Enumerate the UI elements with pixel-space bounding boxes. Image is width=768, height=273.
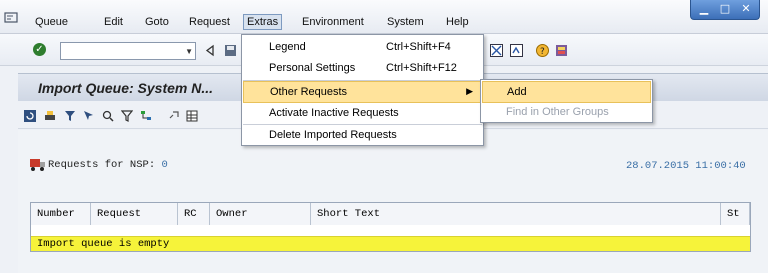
menu-item-label: Delete Imported Requests (269, 129, 397, 141)
column-header-owner[interactable]: Owner (210, 203, 311, 225)
menu-item-label: Add (507, 86, 527, 98)
refresh-icon[interactable] (24, 110, 36, 122)
zoom-icon[interactable] (102, 110, 114, 122)
menu-item-other-requests[interactable]: Other Requests ▶ (243, 81, 482, 103)
menu-item-label: Activate Inactive Requests (269, 107, 399, 119)
select-icon[interactable] (83, 110, 95, 122)
grid-icon[interactable] (186, 110, 198, 122)
menu-bar: Queue Edit Goto Request Extras Environme… (0, 0, 768, 34)
requests-count: 0 (161, 159, 168, 171)
menu-goto[interactable]: Goto (145, 16, 169, 28)
help-icon[interactable]: ? (536, 44, 549, 57)
page-title: Import Queue: System N... (38, 80, 214, 96)
truck-icon (30, 159, 45, 171)
svg-text:?: ? (540, 47, 545, 57)
submenu-item-find-in-other-groups: Find in Other Groups (482, 102, 651, 124)
menu-system[interactable]: System (387, 16, 424, 28)
requests-label: Requests for NSP: (48, 159, 156, 171)
submenu-item-add[interactable]: Add (482, 81, 651, 103)
menu-help[interactable]: Help (446, 16, 469, 28)
command-field[interactable]: ▼ (60, 42, 196, 60)
filter-icon[interactable] (64, 110, 76, 122)
save-icon[interactable] (224, 44, 237, 57)
layout-icon[interactable] (490, 44, 503, 57)
menu-item-label: Find in Other Groups (506, 106, 609, 118)
menu-item-legend[interactable]: Legend Ctrl+Shift+F4 (243, 37, 482, 59)
back-arrow-icon[interactable] (204, 44, 217, 57)
timestamp: 28.07.2015 11:00:40 (626, 160, 746, 172)
menu-request[interactable]: Request (189, 16, 230, 28)
submenu-arrow-icon: ▶ (466, 86, 473, 96)
menu-item-label: Legend (269, 41, 306, 53)
menu-edit[interactable]: Edit (104, 16, 123, 28)
menu-item-delete-imported-requests[interactable]: Delete Imported Requests (243, 125, 482, 147)
empty-queue-message: Import queue is empty (31, 236, 750, 251)
funnel-icon[interactable] (121, 110, 133, 122)
menu-item-label: Other Requests (270, 86, 348, 98)
menu-extras[interactable]: Extras (243, 14, 283, 30)
chevron-down-icon[interactable]: ▼ (185, 47, 193, 56)
window-icon[interactable] (510, 44, 523, 57)
menu-item-activate-inactive-requests[interactable]: Activate Inactive Requests (243, 103, 482, 125)
requests-summary: Requests for NSP: 0 (48, 159, 168, 171)
maximize-icon[interactable]: □ (718, 3, 732, 15)
column-header-status[interactable]: St (721, 203, 750, 225)
link-icon[interactable] (168, 110, 180, 122)
menu-queue[interactable]: Queue (35, 16, 68, 28)
enter-check-icon[interactable]: ✓ (33, 43, 46, 56)
extras-menu: Legend Ctrl+Shift+F4 Personal Settings C… (241, 34, 484, 146)
column-header-rc[interactable]: RC (178, 203, 210, 225)
menu-item-shortcut: Ctrl+Shift+F12 (386, 62, 457, 74)
column-header-short-text[interactable]: Short Text (311, 203, 721, 225)
minimize-icon[interactable]: ▁ (697, 3, 711, 15)
other-requests-submenu: Add Find in Other Groups (480, 79, 653, 123)
tree-icon[interactable] (140, 110, 152, 122)
menu-item-shortcut: Ctrl+Shift+F4 (386, 41, 451, 53)
column-header-number[interactable]: Number (31, 203, 91, 225)
window-controls: ▁ □ ✕ (690, 0, 760, 20)
import-queue-table: Number Request RC Owner Short Text St Im… (30, 202, 751, 252)
close-icon[interactable]: ✕ (739, 3, 753, 15)
customize-icon[interactable] (555, 44, 568, 57)
column-header-request[interactable]: Request (91, 203, 178, 225)
app-icon[interactable] (4, 12, 18, 24)
menu-item-personal-settings[interactable]: Personal Settings Ctrl+Shift+F12 (243, 58, 482, 80)
menu-item-label: Personal Settings (269, 62, 356, 74)
print-icon[interactable] (44, 110, 56, 122)
menu-environment[interactable]: Environment (302, 16, 364, 28)
